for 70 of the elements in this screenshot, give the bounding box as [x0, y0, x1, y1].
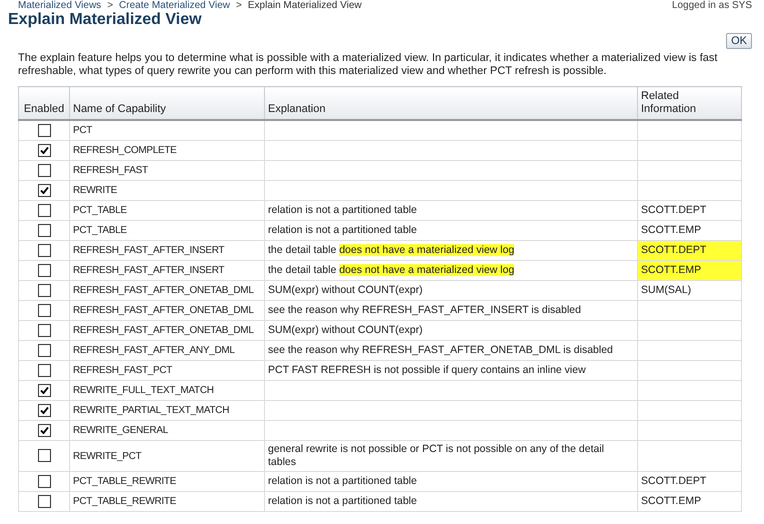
table-cell: SUM(expr) without COUNT(expr): [268, 284, 423, 296]
ok-button[interactable]: OK: [726, 33, 752, 49]
checkbox[interactable]: [38, 144, 50, 157]
table-cell: SCOTT.EMP: [641, 495, 702, 507]
checkbox[interactable]: [38, 324, 50, 337]
description-text: The explain feature helps you to determine what is possible with a materialized view. In particular, it indicates whether a materialized view is fast refreshable, what types of query rewrite you can perform with this materialized view and whether PCT refresh is possible.: [18, 52, 718, 78]
checkbox[interactable]: [38, 344, 50, 357]
breadcrumb-separator: >: [107, 0, 114, 11]
checkbox[interactable]: [38, 164, 50, 177]
table-cell: SCOTT.DEPT: [641, 204, 706, 216]
table-cell: PCT_TABLE: [70, 220, 264, 240]
table-cell: SUM(SAL): [641, 284, 692, 296]
table-cell: relation is not a partitioned table: [268, 224, 417, 236]
table-cell: REFRESH_FAST_PCT: [70, 360, 264, 380]
checkbox[interactable]: [38, 449, 50, 462]
table-cell: PCT_TABLE_REWRITE: [70, 492, 264, 512]
table-cell: REWRITE: [70, 180, 264, 200]
checkbox[interactable]: [38, 404, 50, 417]
table-cell: see the reason why REFRESH_FAST_AFTER_INSERT is disabled: [268, 304, 581, 316]
column-header: Related Information: [638, 86, 742, 120]
user-status: Logged in as SYS: [672, 0, 752, 11]
checkbox[interactable]: [38, 494, 50, 508]
breadcrumb-link[interactable]: Explain Materialized View: [248, 0, 362, 11]
checkbox[interactable]: [38, 204, 50, 217]
table-cell: REFRESH_FAST_AFTER_ONETAB_DML: [70, 300, 264, 320]
breadcrumb-link[interactable]: Materialized Views: [18, 0, 102, 11]
table-cell: REWRITE_PCT: [70, 440, 264, 472]
table-cell: SCOTT.EMP: [641, 264, 702, 276]
checkbox[interactable]: [38, 474, 50, 488]
table-cell: the detail table does not have a materialized view log: [268, 264, 514, 276]
table-cell: REFRESH_FAST_AFTER_ONETAB_DML: [70, 280, 264, 300]
table-cell: see the reason why REFRESH_FAST_AFTER_ONETAB_DML is disabled: [268, 344, 613, 356]
table-cell: REFRESH_FAST_AFTER_ANY_DML: [70, 340, 264, 360]
table-cell: REFRESH_FAST_AFTER_INSERT: [70, 240, 264, 260]
column-header: Explanation: [264, 86, 638, 120]
checkbox[interactable]: [38, 224, 50, 237]
checkbox[interactable]: [38, 244, 50, 257]
checkbox[interactable]: [38, 384, 50, 397]
table-cell: SCOTT.DEPT: [641, 475, 706, 487]
checkbox[interactable]: [38, 264, 50, 277]
table-cell: PCT: [70, 120, 264, 140]
page-title: Explain Materialized View: [8, 11, 203, 29]
checkbox[interactable]: [38, 124, 50, 137]
table-cell: relation is not a partitioned table: [268, 204, 417, 216]
table-cell: PCT FAST REFRESH is not possible if query contains an inline view: [268, 364, 586, 376]
breadcrumb-separator: >: [236, 0, 242, 11]
table-cell: relation is not a partitioned table: [268, 495, 417, 507]
table-cell: SCOTT.EMP: [641, 224, 702, 236]
column-header: Enabled: [18, 86, 70, 120]
table-cell: REFRESH_FAST: [70, 160, 264, 180]
table-cell: PCT_TABLE: [70, 200, 264, 220]
checkbox[interactable]: [38, 364, 50, 377]
table-cell: relation is not a partitioned table: [268, 475, 417, 487]
table-cell: SCOTT.DEPT: [641, 244, 706, 256]
checkbox[interactable]: [38, 284, 50, 297]
checkbox[interactable]: [38, 424, 50, 437]
table-cell: the detail table does not have a materialized view log: [268, 244, 514, 256]
breadcrumb-link[interactable]: Create Materialized View: [119, 0, 230, 11]
table-cell: general rewrite is not possible or PCT is not possible on any of the detail tables: [268, 443, 604, 468]
table-cell: REFRESH_FAST_AFTER_INSERT: [70, 260, 264, 280]
table-cell: REFRESH_COMPLETE: [70, 140, 264, 160]
table-cell: REWRITE_FULL_TEXT_MATCH: [70, 380, 264, 400]
table-cell: REWRITE_PARTIAL_TEXT_MATCH: [70, 400, 264, 420]
table-cell: PCT_TABLE_REWRITE: [70, 472, 264, 492]
table-cell: REFRESH_FAST_AFTER_ONETAB_DML: [70, 320, 264, 340]
table-cell: REWRITE_GENERAL: [70, 420, 264, 440]
column-header: Name of Capability: [70, 86, 264, 120]
checkbox[interactable]: [38, 184, 50, 197]
table-cell: SUM(expr) without COUNT(expr): [268, 324, 423, 336]
checkbox[interactable]: [38, 304, 50, 317]
